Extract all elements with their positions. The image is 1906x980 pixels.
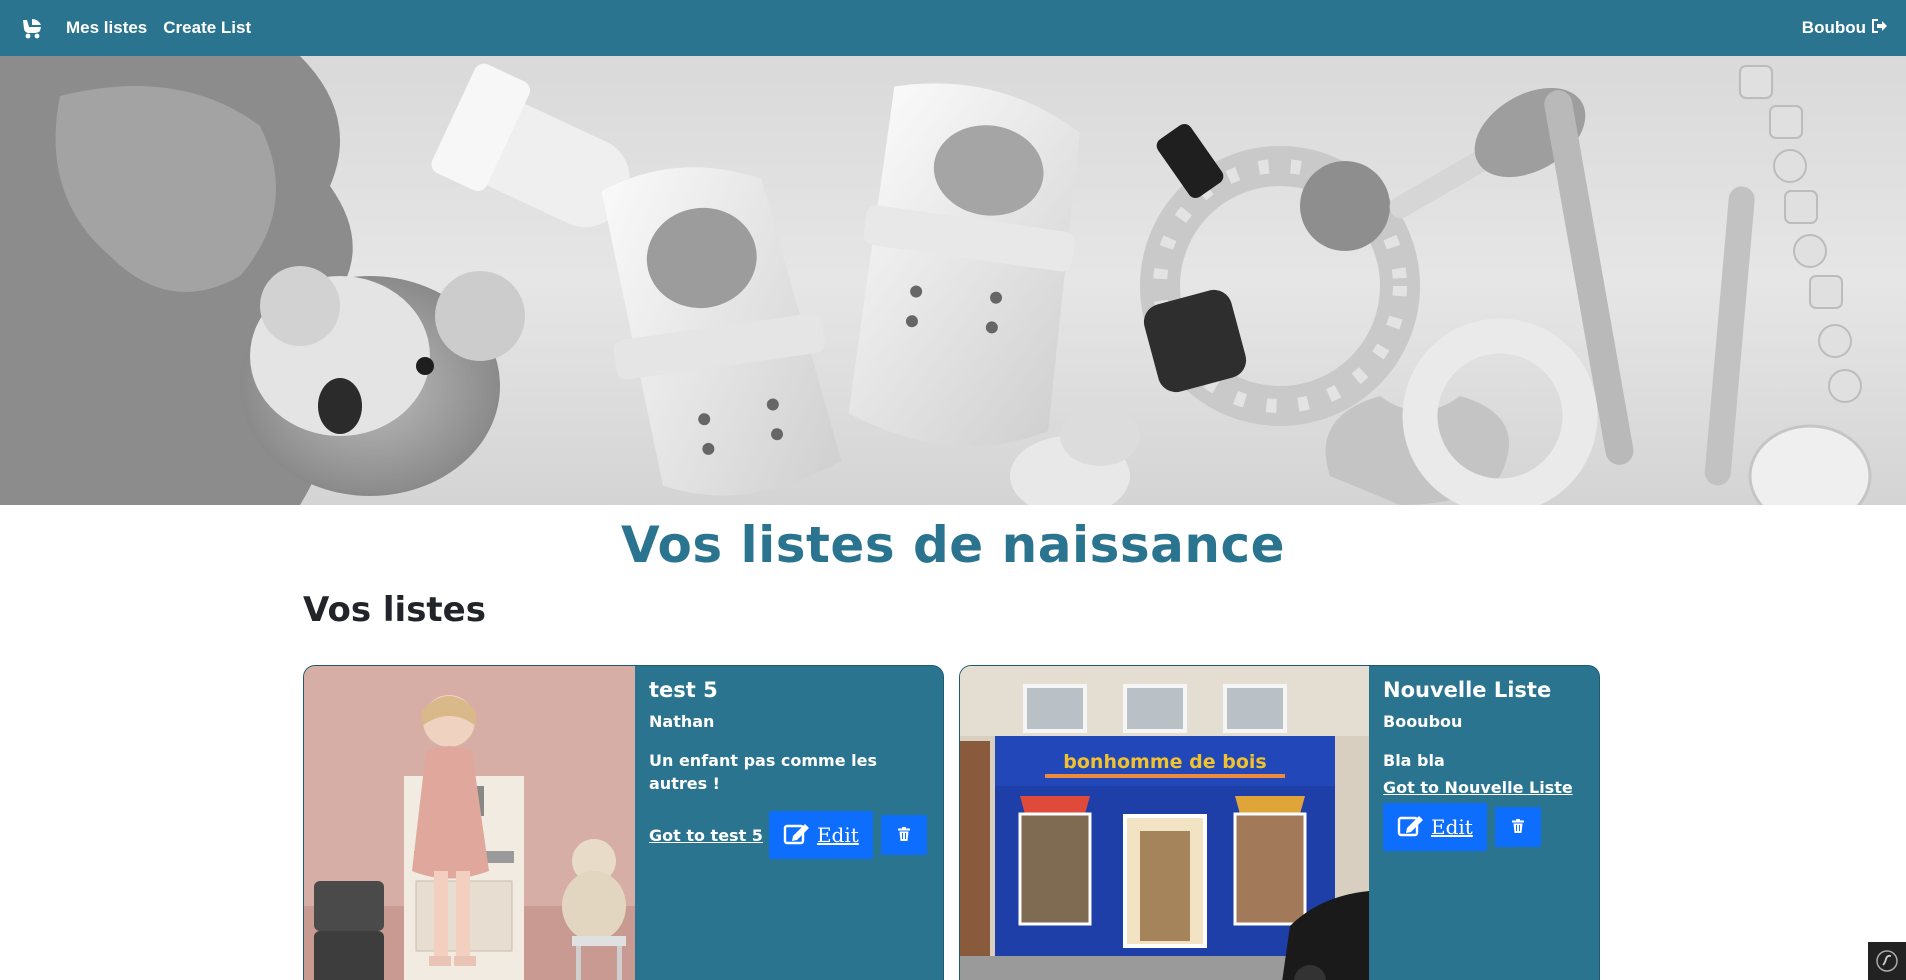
edit-label: Edit (816, 823, 859, 847)
list-actions: Got to Nouvelle Liste Edit (1383, 778, 1585, 851)
edit-icon (783, 821, 811, 850)
user-logout-link[interactable]: Boubou (1802, 18, 1888, 38)
baby-carriage-icon[interactable] (18, 14, 46, 42)
list-card-image (304, 666, 635, 980)
trash-icon (897, 826, 910, 844)
list-owner: Nathan (649, 712, 715, 731)
list-card-body: Nouvelle Liste Booubou Bla bla Got to No… (1369, 666, 1599, 980)
hero-banner-image (0, 56, 1906, 505)
goto-list-link[interactable]: Got to Nouvelle Liste (1383, 778, 1583, 797)
symfony-toolbar-icon[interactable] (1868, 942, 1906, 980)
section-title: Vos listes (303, 590, 486, 630)
delete-button[interactable] (880, 815, 927, 855)
nav-link-create-list[interactable]: Create List (163, 18, 251, 38)
list-description: Un enfant pas comme les autres ! (649, 751, 878, 793)
delete-button[interactable] (1494, 807, 1541, 847)
list-card-image: bonhomme de bois (960, 666, 1369, 980)
list-title: Nouvelle Liste (1383, 678, 1552, 702)
top-navbar: Mes listes Create List Boubou (0, 0, 1906, 56)
list-card: test 5 Nathan Un enfant pas comme les au… (303, 665, 944, 980)
list-description: Bla bla (1383, 751, 1445, 770)
nav-link-mes-listes[interactable]: Mes listes (66, 18, 147, 38)
list-card: bonhomme de bois Nouvelle Liste Booubou … (959, 665, 1600, 980)
sign-out-icon (1872, 18, 1888, 38)
edit-button[interactable]: Edit (768, 811, 873, 859)
trash-icon (1511, 818, 1524, 836)
list-card-body: test 5 Nathan Un enfant pas comme les au… (635, 666, 943, 980)
list-owner: Booubou (1383, 712, 1463, 731)
edit-icon (1397, 813, 1425, 842)
list-actions: Got to test 5 Edit (649, 811, 929, 859)
edit-button[interactable]: Edit (1383, 803, 1487, 851)
list-title: test 5 (649, 678, 718, 702)
goto-list-link[interactable]: Got to test 5 (649, 826, 763, 845)
shop-sign: bonhomme de bois (1063, 751, 1266, 773)
edit-label: Edit (1431, 815, 1473, 839)
user-name: Boubou (1801, 18, 1866, 37)
page-title: Vos listes de naissance (621, 516, 1285, 574)
